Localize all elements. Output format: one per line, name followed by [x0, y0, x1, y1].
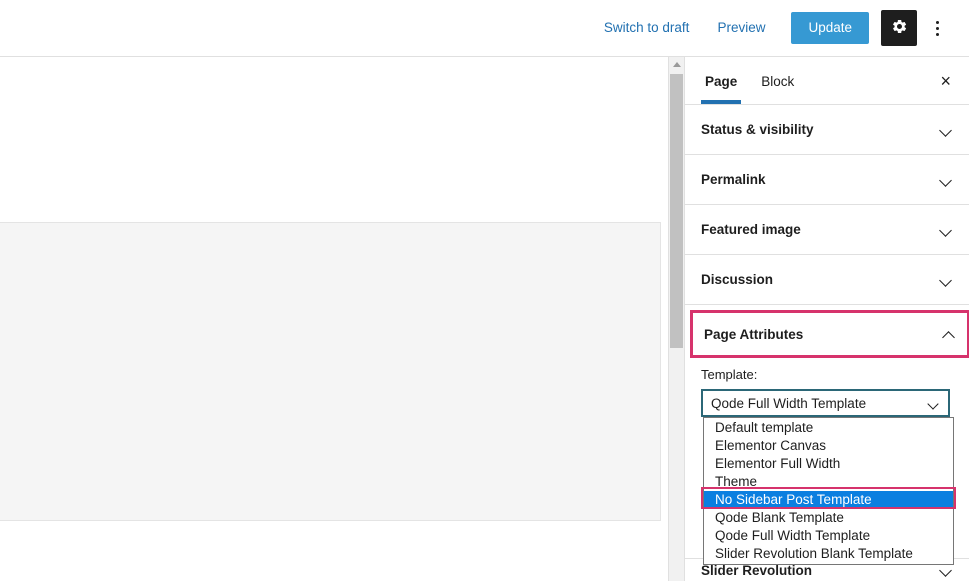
tab-page[interactable]: Page: [693, 59, 749, 104]
chevron-down-icon: [940, 126, 953, 134]
panel-permalink[interactable]: Permalink: [685, 155, 969, 205]
panel-page-attributes[interactable]: Page Attributes: [690, 310, 969, 358]
template-select[interactable]: Qode Full Width Template: [701, 389, 950, 417]
chevron-down-icon: [940, 226, 953, 234]
switch-to-draft-button[interactable]: Switch to draft: [594, 13, 700, 43]
tab-block[interactable]: Block: [749, 59, 806, 103]
close-sidebar-button[interactable]: ×: [930, 66, 961, 96]
chevron-down-icon: [940, 566, 953, 574]
editor-canvas[interactable]: [0, 57, 668, 581]
dropdown-option[interactable]: Slider Revolution Blank Template: [704, 545, 953, 563]
sidebar-tabs: Page Block ×: [685, 57, 969, 105]
more-vertical-icon-dot: [935, 32, 939, 36]
chevron-up-icon: [943, 330, 956, 338]
more-vertical-icon-dot: [935, 20, 939, 24]
more-vertical-icon-dot: [935, 26, 939, 30]
panel-featured-image[interactable]: Featured image: [685, 205, 969, 255]
dropdown-option[interactable]: Elementor Full Width: [704, 455, 953, 473]
canvas-scrollbar[interactable]: [668, 57, 684, 581]
dropdown-option[interactable]: Qode Full Width Template: [704, 527, 953, 545]
panel-label: Permalink: [701, 172, 766, 187]
dropdown-option[interactable]: Theme: [704, 473, 953, 491]
panel-discussion[interactable]: Discussion: [685, 255, 969, 305]
chevron-down-icon: [940, 176, 953, 184]
chevron-down-icon: [929, 400, 940, 407]
scrollbar-thumb[interactable]: [670, 74, 683, 348]
dropdown-option-selected[interactable]: No Sidebar Post Template: [704, 491, 953, 509]
settings-button[interactable]: [881, 10, 917, 46]
editor-window: Switch to draft Preview Update Page Bloc…: [0, 0, 969, 581]
editor-toolbar: Switch to draft Preview Update: [0, 0, 969, 57]
panel-status-and-visibility[interactable]: Status & visibility: [685, 105, 969, 155]
template-field-label: Template:: [701, 367, 758, 382]
chevron-down-icon: [940, 276, 953, 284]
scrollbar-up-button[interactable]: [669, 57, 684, 72]
more-options-button[interactable]: [923, 10, 951, 46]
triangle-up-icon: [672, 62, 681, 67]
dropdown-option[interactable]: Default template: [704, 419, 953, 437]
dropdown-option[interactable]: Qode Blank Template: [704, 509, 953, 527]
panel-label: Discussion: [701, 272, 774, 287]
gear-icon: [891, 18, 908, 38]
template-dropdown-list[interactable]: Default template Elementor Canvas Elemen…: [703, 417, 954, 565]
page-attributes-body: Template: Qode Full Width Template: [685, 358, 969, 417]
update-button[interactable]: Update: [791, 12, 869, 44]
preview-button[interactable]: Preview: [707, 13, 775, 43]
canvas-block-empty[interactable]: [0, 57, 661, 221]
canvas-block-placeholder[interactable]: [0, 222, 661, 521]
panel-label: Featured image: [701, 222, 801, 237]
panel-label: Page Attributes: [704, 326, 804, 342]
panel-label: Status & visibility: [701, 122, 814, 137]
template-select-value: Qode Full Width Template: [711, 395, 867, 411]
dropdown-option[interactable]: Elementor Canvas: [704, 437, 953, 455]
